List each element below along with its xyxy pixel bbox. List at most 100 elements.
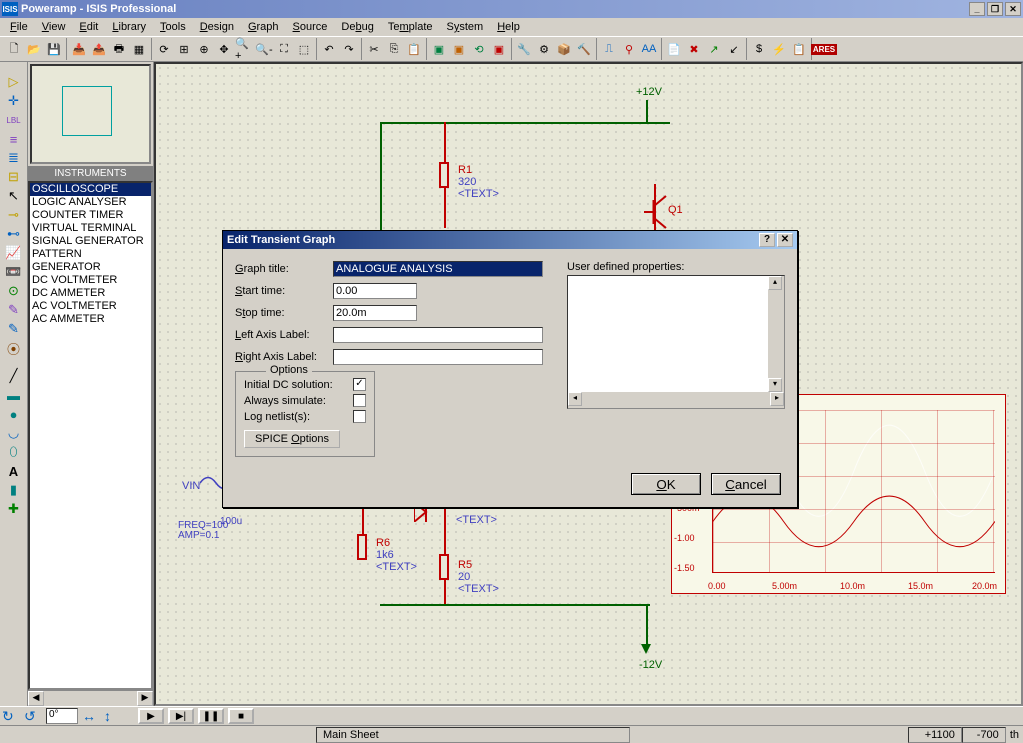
new-sheet-icon[interactable]: 📄 (664, 39, 684, 59)
rotate-ccw-icon[interactable]: ↺ (24, 708, 42, 724)
right-axis-input[interactable] (333, 349, 543, 365)
list-item[interactable]: DC VOLTMETER (30, 274, 151, 287)
grid-icon[interactable]: ⊞ (174, 39, 194, 59)
marker-icon[interactable]: ✚ (4, 501, 24, 517)
text-icon[interactable]: A (4, 463, 24, 479)
zoom-out-icon[interactable]: 🔍- (254, 39, 274, 59)
always-simulate-checkbox[interactable] (353, 394, 366, 407)
generator-icon[interactable]: ⊙ (4, 283, 24, 299)
exit-sheet-icon[interactable]: ↗ (704, 39, 724, 59)
redo-icon[interactable]: ↷ (339, 39, 359, 59)
menu-tools[interactable]: Tools (154, 20, 192, 34)
import-icon[interactable]: 📥 (69, 39, 89, 59)
dialog-close-button[interactable]: ✕ (777, 233, 793, 247)
zoom-sheet-icon[interactable]: ↙ (724, 39, 744, 59)
refresh-icon[interactable]: ⟳ (154, 39, 174, 59)
panel-scrollbar[interactable]: ◀▶ (28, 690, 153, 706)
arc-icon[interactable]: ◡ (4, 425, 24, 441)
dialog-title-bar[interactable]: Edit Transient Graph ? ✕ (223, 231, 797, 249)
terminal-icon[interactable]: ⊸ (4, 207, 24, 223)
zoom-fit-icon[interactable]: ⛶ (274, 39, 294, 59)
angle-input[interactable]: 0° (46, 708, 78, 724)
menu-graph[interactable]: Graph (242, 20, 285, 34)
list-item[interactable]: DC AMMETER (30, 287, 151, 300)
remove-sheet-icon[interactable]: ✖ (684, 39, 704, 59)
wire-autoroute-icon[interactable]: ⎍ (599, 39, 619, 59)
erc-icon[interactable]: ⚡ (769, 39, 789, 59)
resistor[interactable] (439, 162, 449, 188)
instruments-list[interactable]: OSCILLOSCOPE LOGIC ANALYSER COUNTER TIME… (28, 181, 153, 690)
left-axis-input[interactable] (333, 327, 543, 343)
zoom-in-icon[interactable]: 🔍+ (234, 39, 254, 59)
graph-title-input[interactable] (333, 261, 543, 277)
mirror-v-icon[interactable]: ↕ (104, 708, 122, 724)
line-icon[interactable]: ╱ (4, 368, 24, 384)
selection-icon[interactable]: ↖ (4, 188, 24, 204)
script-icon[interactable]: ≡ (4, 131, 24, 147)
make-device-icon[interactable]: ⚙ (534, 39, 554, 59)
mirror-h-icon[interactable]: ↔ (82, 708, 100, 724)
region-icon[interactable]: ▦ (129, 39, 149, 59)
menu-template[interactable]: Template (382, 20, 439, 34)
origin-icon[interactable]: ⊕ (194, 39, 214, 59)
pause-button[interactable]: ❚❚ (198, 708, 224, 724)
menu-help[interactable]: Help (491, 20, 526, 34)
component-mode-icon[interactable]: ▷ (4, 74, 24, 90)
save-icon[interactable]: 💾 (44, 39, 64, 59)
instrument-icon[interactable]: ⦿ (4, 340, 24, 356)
pan-icon[interactable]: ✥ (214, 39, 234, 59)
list-item[interactable]: AC VOLTMETER (30, 300, 151, 313)
print-icon[interactable]: 🖶 (109, 39, 129, 59)
menu-debug[interactable]: Debug (335, 20, 379, 34)
list-item[interactable]: OSCILLOSCOPE (30, 183, 151, 196)
list-item[interactable]: COUNTER TIMER (30, 209, 151, 222)
netlist-icon[interactable]: 📋 (789, 39, 809, 59)
zoom-area-icon[interactable]: ⬚ (294, 39, 314, 59)
pin-icon[interactable]: ⊷ (4, 226, 24, 242)
undo-icon[interactable]: ↶ (319, 39, 339, 59)
menu-edit[interactable]: Edit (73, 20, 104, 34)
block-copy-icon[interactable]: ▣ (429, 39, 449, 59)
packaging-icon[interactable]: 📦 (554, 39, 574, 59)
circle-icon[interactable]: ● (4, 406, 24, 422)
stop-button[interactable]: ■ (228, 708, 254, 724)
export-icon[interactable]: 📤 (89, 39, 109, 59)
resistor[interactable] (439, 554, 449, 580)
list-item[interactable]: SIGNAL GENERATOR (30, 235, 151, 248)
transistor-icon[interactable] (644, 192, 672, 232)
menu-system[interactable]: System (441, 20, 490, 34)
vertical-scrollbar[interactable]: ▴▾ (768, 276, 784, 392)
rotate-cw-icon[interactable]: ↻ (2, 708, 20, 724)
new-icon[interactable]: 🗋 (4, 39, 24, 59)
copy-icon[interactable]: ⎘ (384, 39, 404, 59)
box-icon[interactable]: ▬ (4, 387, 24, 403)
property-assign-icon[interactable]: AA (639, 39, 659, 59)
symbol-icon[interactable]: ▮ (4, 482, 24, 498)
cancel-button[interactable]: Cancel (711, 473, 781, 495)
block-delete-icon[interactable]: ▣ (489, 39, 509, 59)
minimize-button[interactable]: _ (969, 2, 985, 16)
ares-button[interactable]: ARES (814, 39, 834, 59)
block-rotate-icon[interactable]: ⟲ (469, 39, 489, 59)
pick-icon[interactable]: 🔧 (514, 39, 534, 59)
log-netlist-checkbox[interactable] (353, 410, 366, 423)
bom-icon[interactable]: $ (749, 39, 769, 59)
horizontal-scrollbar[interactable]: ◂▸ (568, 392, 784, 408)
block-move-icon[interactable]: ▣ (449, 39, 469, 59)
list-item[interactable]: PATTERN GENERATOR (30, 248, 151, 274)
start-time-input[interactable] (333, 283, 417, 299)
cut-icon[interactable]: ✂ (364, 39, 384, 59)
paste-icon[interactable]: 📋 (404, 39, 424, 59)
probe-v-icon[interactable]: ✎ (4, 302, 24, 318)
list-item[interactable]: LOGIC ANALYSER (30, 196, 151, 209)
list-item[interactable]: AC AMMETER (30, 313, 151, 326)
list-item[interactable]: VIRTUAL TERMINAL (30, 222, 151, 235)
menu-source[interactable]: Source (287, 20, 334, 34)
path-icon[interactable]: ⬯ (4, 444, 24, 460)
user-properties-textarea[interactable]: ▴▾ ◂▸ (567, 275, 785, 409)
menu-design[interactable]: Design (194, 20, 240, 34)
subcircuit-icon[interactable]: ⊟ (4, 169, 24, 185)
probe-i-icon[interactable]: ✎ (4, 321, 24, 337)
label-icon[interactable]: LBL (4, 112, 24, 128)
ok-button[interactable]: OK (631, 473, 701, 495)
